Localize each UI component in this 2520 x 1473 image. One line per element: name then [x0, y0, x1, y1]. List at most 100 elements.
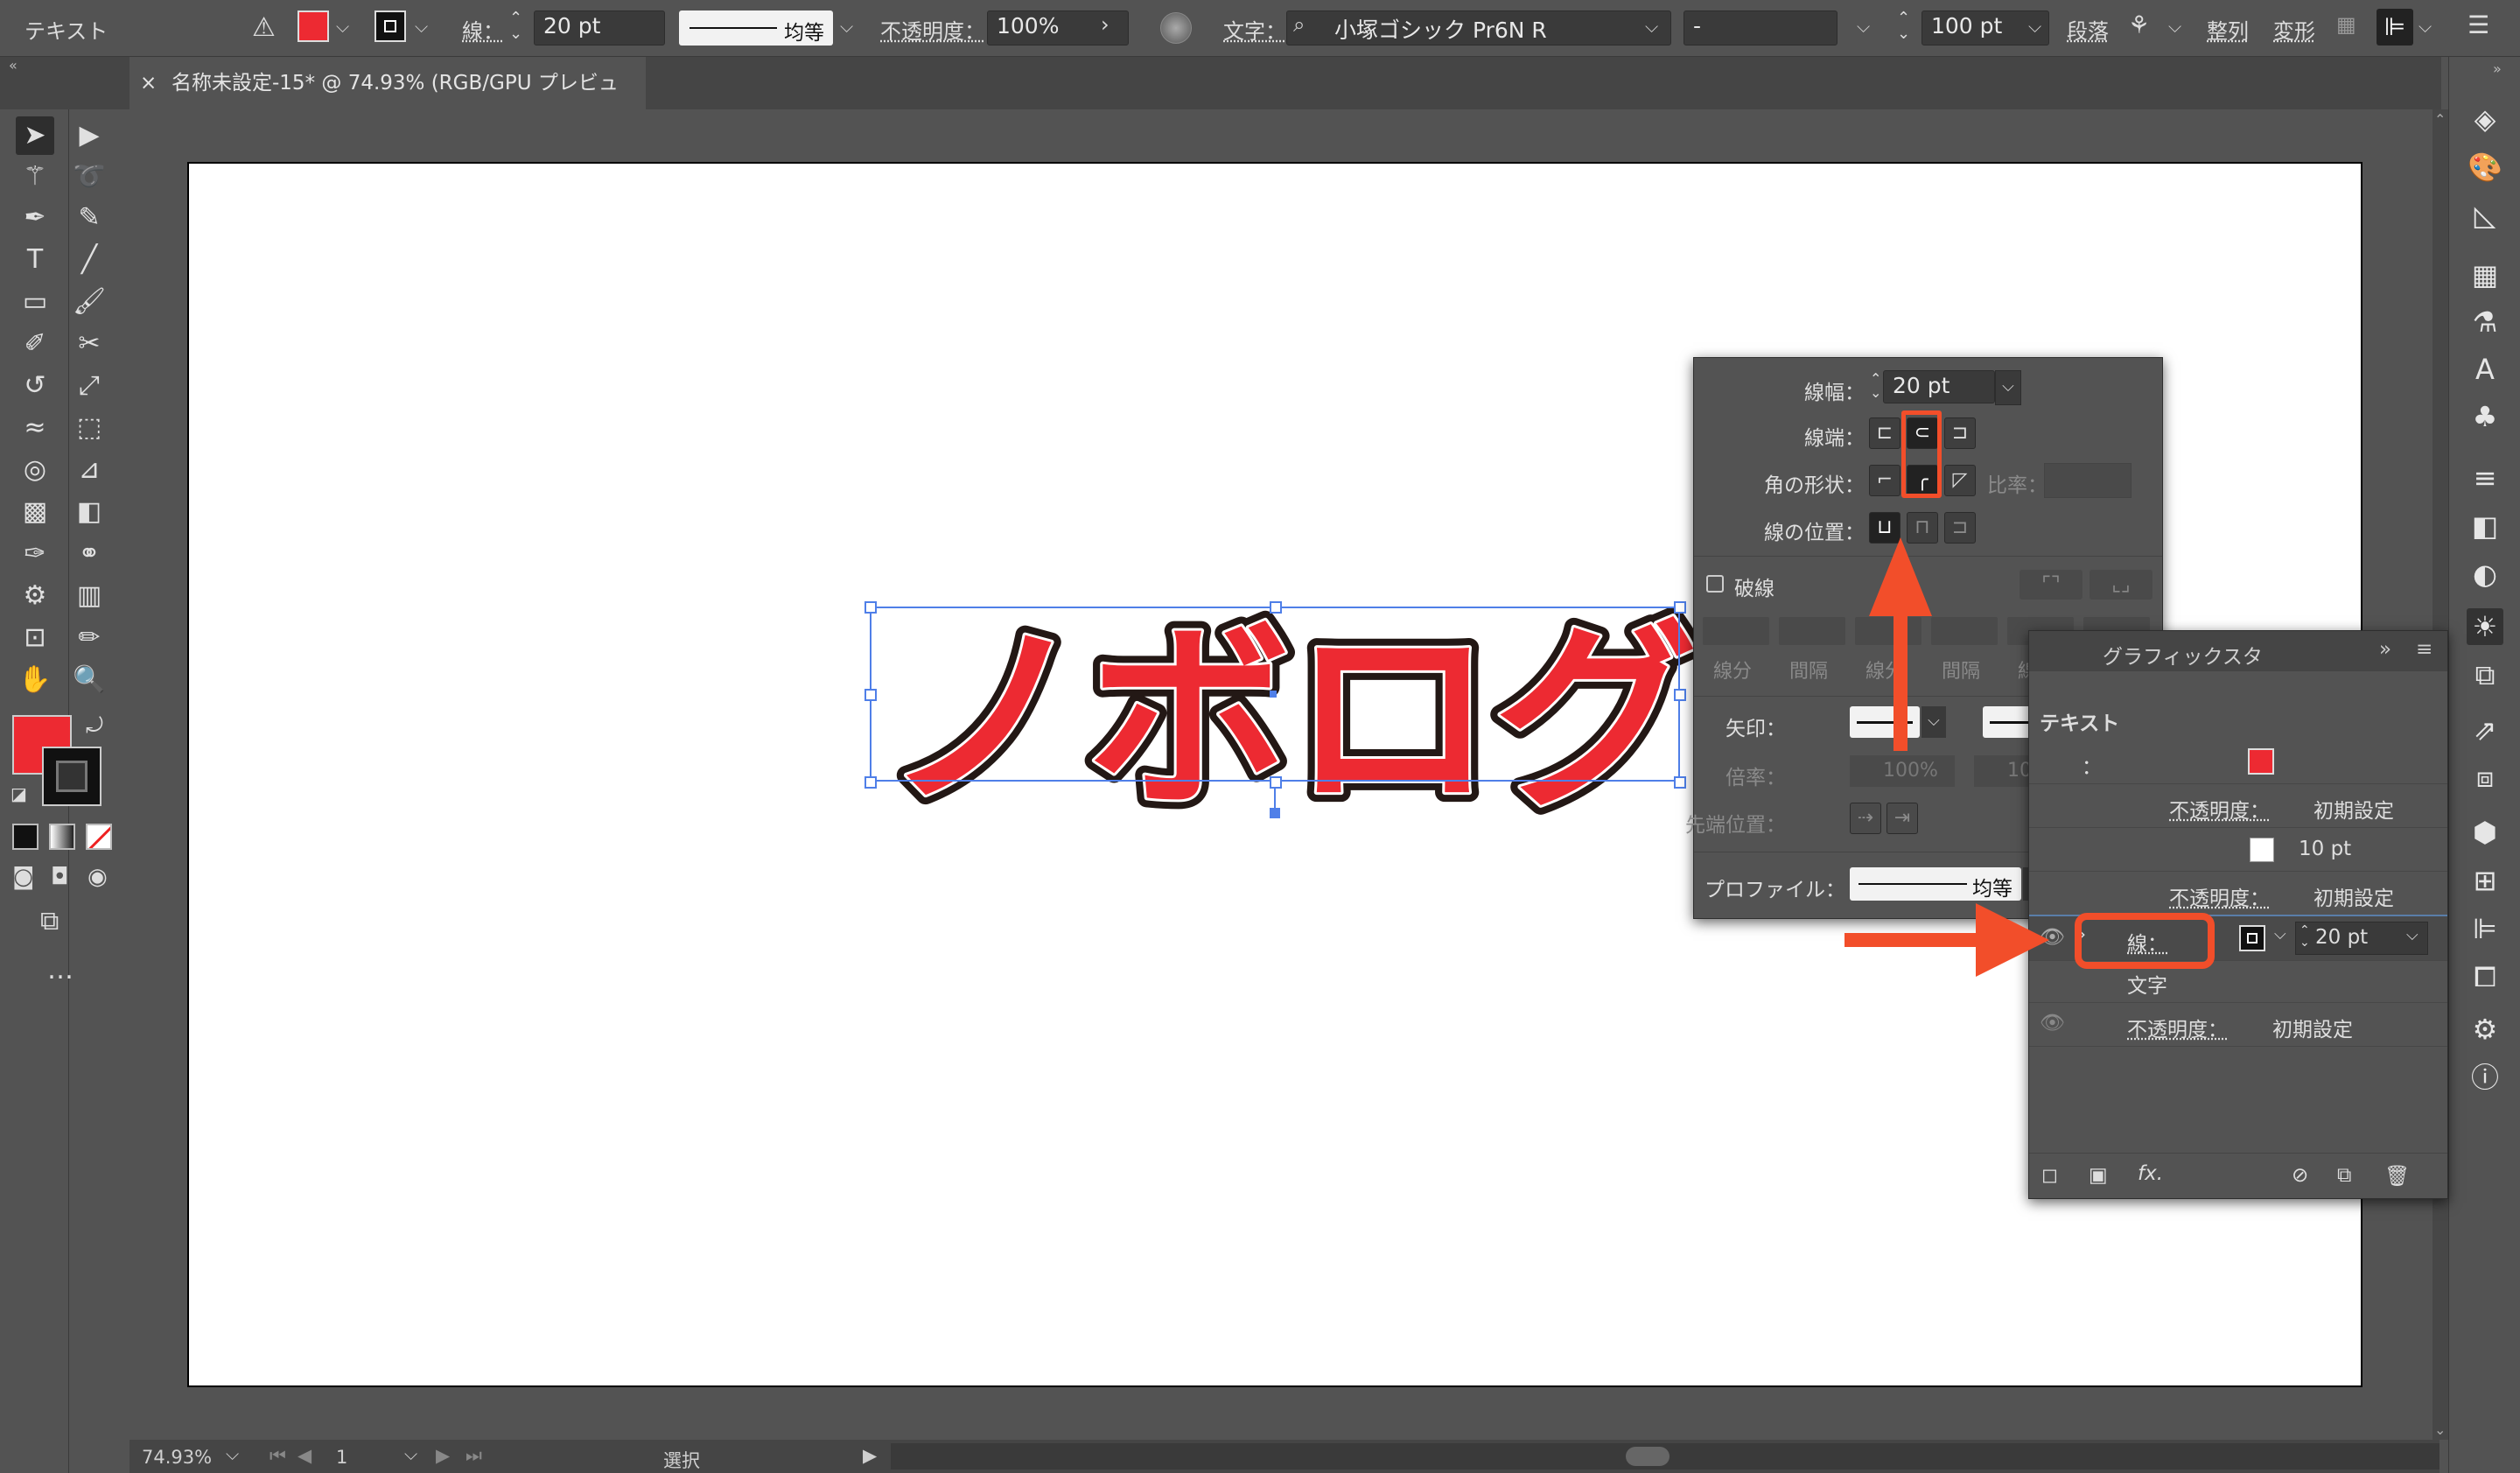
gradient-mode-icon[interactable] — [49, 824, 75, 850]
properties-icon[interactable]: ⚙ — [2467, 1011, 2503, 1048]
character-icon[interactable]: A — [2467, 351, 2503, 388]
stroke-row-stepper-icon[interactable]: ⌃ ⌄ — [2300, 924, 2310, 949]
dash-field[interactable] — [1779, 617, 1845, 645]
warning-icon[interactable]: ⚠ — [252, 12, 276, 43]
gradient-tool-icon[interactable]: ◧ — [70, 493, 108, 531]
rotate-handle[interactable] — [1270, 808, 1280, 818]
appearance-row-fill[interactable]: ： — [2029, 740, 2447, 784]
pen-tool-icon[interactable]: ✒ — [16, 199, 54, 237]
font-family-field[interactable]: 小塚ゴシック Pr6N R — [1286, 11, 1671, 46]
color-guide-icon[interactable]: ◺ — [2467, 197, 2503, 234]
line-tool-icon[interactable]: ╱ — [70, 241, 108, 279]
artwork-text-object[interactable]: ノボログ ノボログ — [864, 586, 1732, 845]
hand-tool-icon[interactable]: ✋ — [16, 661, 54, 699]
stroke-row-swatch[interactable] — [2239, 925, 2265, 951]
screen-mode-icon[interactable]: ⧉ — [40, 906, 59, 936]
slice-tool-icon[interactable]: ✏ — [70, 619, 108, 657]
swatches-icon[interactable]: ▦ — [2467, 256, 2503, 293]
zoom-chevron-icon[interactable]: ⌵ — [226, 1443, 239, 1464]
duplicate-item-icon[interactable]: ⧉ — [2337, 1164, 2351, 1187]
stroke-row-chevron-icon[interactable]: ⌵ — [2274, 925, 2286, 943]
visibility-eye-icon[interactable]: 👁 — [2040, 1011, 2065, 1035]
weight-chevron-icon[interactable]: ⌵ — [1995, 370, 2021, 405]
artboard-chevron-icon[interactable]: ⌵ — [404, 1443, 417, 1464]
dash-field[interactable] — [1703, 617, 1769, 645]
first-artboard-icon[interactable]: ⏮ — [270, 1445, 286, 1467]
add-stroke-icon[interactable]: ◻ — [2041, 1164, 2058, 1187]
fill-swatch[interactable] — [298, 11, 329, 42]
align-link[interactable]: 整列 — [2207, 14, 2249, 45]
bevel-join-icon[interactable]: ◸ — [1944, 465, 1976, 496]
stroke-weight-field[interactable]: 20 pt — [534, 11, 665, 46]
lasso-tool-icon[interactable]: ➰ — [70, 158, 108, 196]
libraries-icon[interactable]: ⬢ — [2467, 814, 2503, 851]
handle-middle-right[interactable] — [1674, 689, 1686, 701]
appearance-icon[interactable]: ☀ — [2467, 608, 2503, 645]
dash-preserve-icon[interactable]: ⌜⌝ — [2020, 570, 2082, 600]
isolate-icon[interactable]: ▦ — [2336, 12, 2356, 37]
direct-selection-tool-icon[interactable]: ▶ — [70, 116, 108, 155]
glyph-icon[interactable]: ⚘ — [2128, 11, 2150, 39]
font-style-field[interactable]: - — [1684, 11, 1838, 46]
graphic-styles-tab[interactable]: グラフィックスタ — [2103, 640, 2263, 670]
white-stroke-swatch[interactable] — [2250, 838, 2274, 862]
appearance-row-opacity-2[interactable]: 不透明度： 初期設定 — [2029, 871, 2447, 915]
artboard-tool-icon[interactable]: ⊡ — [16, 619, 54, 657]
selection-tool-icon[interactable]: ➤ — [16, 116, 54, 155]
brushes-icon[interactable]: ⚗ — [2467, 304, 2503, 340]
artboards-icon[interactable]: ⧈ — [2467, 759, 2503, 796]
panel-menu-icon[interactable]: ≡ — [2416, 638, 2432, 661]
collapse-icon[interactable]: « — [9, 57, 18, 74]
weight-stepper-icon[interactable]: ⌃ ⌄ — [1870, 372, 1881, 400]
free-transform-tool-icon[interactable]: ⬚ — [70, 409, 108, 447]
scale-tool-icon[interactable]: ⤢ — [70, 367, 108, 405]
add-effect-icon[interactable]: fx. — [2138, 1162, 2163, 1185]
dash-field[interactable] — [1855, 617, 1922, 645]
asset-export-icon[interactable]: ⇗ — [2467, 712, 2503, 748]
delete-item-icon[interactable]: 🗑 — [2384, 1164, 2410, 1188]
scroll-down-icon[interactable]: ⌄ — [2434, 1421, 2446, 1438]
font-size-chevron-icon[interactable]: ⌵ — [2028, 16, 2041, 37]
default-colors-icon[interactable]: ◪ — [10, 783, 27, 804]
scroll-thumb[interactable] — [1626, 1447, 1670, 1466]
dashed-checkbox[interactable] — [1706, 575, 1724, 593]
clear-appearance-icon[interactable]: ⊘ — [2292, 1164, 2308, 1187]
transform-panel-icon[interactable]: ⊞ — [2467, 862, 2503, 899]
toolbar-collapse-bar[interactable]: « — [0, 57, 68, 80]
start-arrow-chevron-icon[interactable]: ⌵ — [1922, 706, 1946, 738]
symbols-icon[interactable]: ♣ — [2467, 398, 2503, 435]
profile-chevron-icon[interactable]: ⌵ — [840, 16, 853, 37]
opacity-row-label[interactable]: 不透明度： — [2169, 794, 2270, 824]
layers-icon[interactable]: ◈ — [2467, 101, 2503, 137]
tab-close-icon[interactable]: × — [140, 57, 157, 109]
swap-colors-icon[interactable]: ⤾ — [86, 713, 103, 738]
dash-align-icon[interactable]: ⌞⌟ — [2090, 570, 2152, 600]
scroll-up-icon[interactable]: ⌃ — [2434, 111, 2446, 128]
curvature-tool-icon[interactable]: ✎ — [70, 199, 108, 237]
info-icon[interactable]: ⓘ — [2467, 1059, 2503, 1096]
shape-builder-tool-icon[interactable]: ◎ — [16, 451, 54, 489]
artboard-number[interactable]: 1 — [336, 1447, 347, 1468]
opacity-label[interactable]: 不透明度： — [880, 14, 985, 45]
document-tab[interactable]: × 名称未設定-15* @ 74.93% (RGB/GPU プレビュー) — [130, 57, 646, 147]
align-outside-icon[interactable]: ⊐ — [1944, 512, 1976, 544]
opacity-row-label[interactable]: 不透明度： — [2127, 1013, 2228, 1042]
appearance-row-opacity-3[interactable]: 👁 不透明度： 初期設定 — [2029, 1002, 2447, 1047]
mesh-tool-icon[interactable]: ▩ — [16, 493, 54, 531]
none-mode-icon[interactable] — [86, 824, 112, 850]
stroke-label[interactable]: 線： — [462, 14, 504, 45]
font-size-stepper-icon[interactable]: ⌃ ⌄ — [1897, 11, 1910, 42]
symbol-sprayer-tool-icon[interactable]: ⚙ — [16, 577, 54, 615]
control-menu-icon[interactable]: ☰ — [2468, 11, 2489, 39]
draw-behind-icon[interactable]: ◘ — [51, 864, 69, 890]
appearance-row-stroke-white[interactable]: 10 pt — [2029, 827, 2447, 872]
rotate-tool-icon[interactable]: ↺ — [16, 367, 54, 405]
shaper-tool-icon[interactable]: ✐ — [16, 325, 54, 363]
miter-join-icon[interactable]: ⌐ — [1869, 465, 1900, 496]
stroke-row-weight-field[interactable]: ⌃ ⌄ 20 pt ⌵ — [2295, 922, 2428, 955]
appearance-row-opacity-1[interactable]: 不透明度： 初期設定 — [2029, 783, 2447, 828]
stroke-panel-icon[interactable]: ≡ — [2467, 459, 2503, 496]
tip-extend-icon[interactable]: ⇢ — [1850, 803, 1881, 834]
type-tool-icon[interactable]: T — [16, 241, 54, 279]
limit-field[interactable] — [2044, 463, 2132, 498]
